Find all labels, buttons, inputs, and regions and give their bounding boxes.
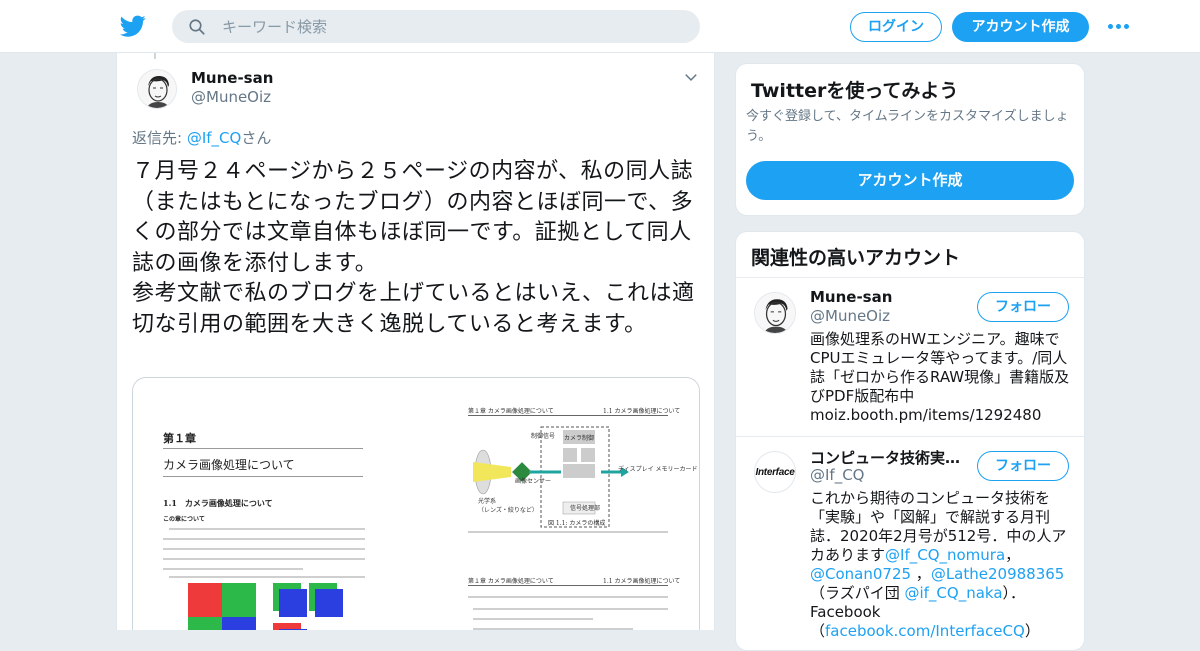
bio-facebook-link[interactable]: facebook.com/InterfaceCQ xyxy=(825,622,1025,640)
page-chapter-title: カメラ画像処理について xyxy=(163,458,295,472)
page-chapter-number: 第１章 xyxy=(163,432,196,445)
bio-text: （ラズパイ団 xyxy=(810,584,905,602)
login-button[interactable]: ログイン xyxy=(850,12,942,42)
divider xyxy=(736,277,1084,278)
related-accounts-card: 関連性の高いアカウント Mune-san @MuneOiz フォロー 画像処理系… xyxy=(735,231,1085,651)
bio-mention[interactable]: @Lathe20988365 xyxy=(931,565,1065,583)
bio-mention[interactable]: @if_CQ_naka xyxy=(904,584,1002,602)
diagram-label-sensor: 画像センサー xyxy=(515,478,552,485)
diagram-label-camera-control: カメラ制御 xyxy=(564,435,595,442)
follow-button[interactable]: フォロー xyxy=(977,451,1069,481)
bio-text: ）． xyxy=(1002,584,1026,602)
reply-prefix: 返信先: xyxy=(132,129,187,147)
follow-button[interactable]: フォロー xyxy=(977,292,1069,322)
user-avatar-illustration-icon xyxy=(138,70,176,108)
search-icon xyxy=(189,19,205,35)
try-twitter-subtitle: 今すぐ登録して、タイムラインをカスタマイズしましょう。 xyxy=(746,109,1069,144)
tweet-media-image[interactable]: 第１章 カメラ画像処理について 1.1 カメラ画像処理について この章について … xyxy=(132,377,700,630)
reply-suffix: さん xyxy=(241,129,272,147)
try-twitter-card: Twitterを使ってみよう 今すぐ登録して、タイムラインをカスタマイズしましょ… xyxy=(735,63,1085,216)
thread-connector-line xyxy=(154,53,156,59)
account-bio-link[interactable]: moiz.booth.pm/items/1292480 xyxy=(810,406,1076,425)
tweet-author-handle[interactable]: @MuneOiz xyxy=(191,88,271,106)
account-handle[interactable]: @MuneOiz xyxy=(810,307,890,325)
account-bio: 画像処理系のHWエンジニア。趣味でCPUエミュレータ等やってます。/同人誌「ゼロ… xyxy=(810,330,1070,405)
diagram-label-display: ディスプレイ メモリーカード xyxy=(618,466,698,473)
diagram-label-signal-processing-unit: 信号処理部 xyxy=(570,505,601,512)
bio-separator: ， xyxy=(911,565,931,583)
more-options-icon[interactable] xyxy=(1108,24,1129,29)
chevron-down-icon[interactable] xyxy=(684,70,698,84)
twitter-bird-logo-icon[interactable] xyxy=(120,13,146,39)
reply-to-link[interactable]: @If_CQ xyxy=(187,129,242,147)
right-page-header-left: 第１章 カメラ画像処理について xyxy=(468,408,554,415)
page-subsection-heading: この章について xyxy=(163,516,205,523)
reply-to-line: 返信先: @If_CQさん xyxy=(132,127,271,148)
account-name[interactable]: Mune-san xyxy=(810,288,892,306)
bio-text: ） xyxy=(1024,622,1040,640)
diagram-label-lens: 光学系 （レンズ・絞りなど） xyxy=(478,498,538,514)
search-box[interactable] xyxy=(172,10,700,43)
avatar[interactable] xyxy=(137,69,177,109)
diagram-label-control: 制御信号 xyxy=(531,433,556,440)
bio-mention[interactable]: @Conan0725 xyxy=(810,565,911,583)
bayer-pattern-figure-icon xyxy=(188,583,256,630)
top-navigation-bar: ログイン アカウント作成 xyxy=(0,0,1200,53)
signup-button[interactable]: アカウント作成 xyxy=(952,12,1089,42)
tweet-author-name[interactable]: Mune-san xyxy=(191,69,273,87)
avatar[interactable] xyxy=(754,292,796,334)
bio-mention[interactable]: @If_CQ_nomura xyxy=(885,546,1005,564)
right-page-header-right: 1.1 カメラ画像処理について xyxy=(603,408,681,415)
search-input[interactable] xyxy=(222,10,682,43)
color-planes-figure-icon xyxy=(273,583,343,630)
tweet-text: ７月号２４ページから２５ページの内容が、私の同人誌（またはもとになったブログ）の… xyxy=(132,159,695,337)
avatar[interactable]: Interface xyxy=(754,451,796,493)
right-page-header2-right: 1.1 カメラ画像処理について xyxy=(603,578,681,585)
account-bio: これから期待のコンピュータ技術を「実験」や「図解」で解説する月刊誌．2020年2… xyxy=(810,489,1076,641)
account-handle[interactable]: @If_CQ xyxy=(810,466,865,484)
account-name[interactable]: コンピュータ技術実… xyxy=(810,447,960,468)
related-accounts-title: 関連性の高いアカウント xyxy=(751,247,961,269)
try-twitter-title: Twitterを使ってみよう xyxy=(751,80,959,102)
interface-logo-text: Interface xyxy=(755,466,795,478)
page-section-heading: 1.1 カメラ画像処理について xyxy=(163,498,273,508)
create-account-button[interactable]: アカウント作成 xyxy=(746,161,1074,200)
diagram-caption: 図 1.1: カメラの構成 xyxy=(548,520,606,527)
user-avatar-illustration-icon xyxy=(755,293,795,333)
tweet-card: Mune-san @MuneOiz 返信先: @If_CQさん ７月号２４ページ… xyxy=(116,53,715,630)
right-page-header2-left: 第１章 カメラ画像処理について xyxy=(468,578,554,585)
divider xyxy=(736,436,1084,437)
bio-separator: ， xyxy=(1005,546,1021,564)
